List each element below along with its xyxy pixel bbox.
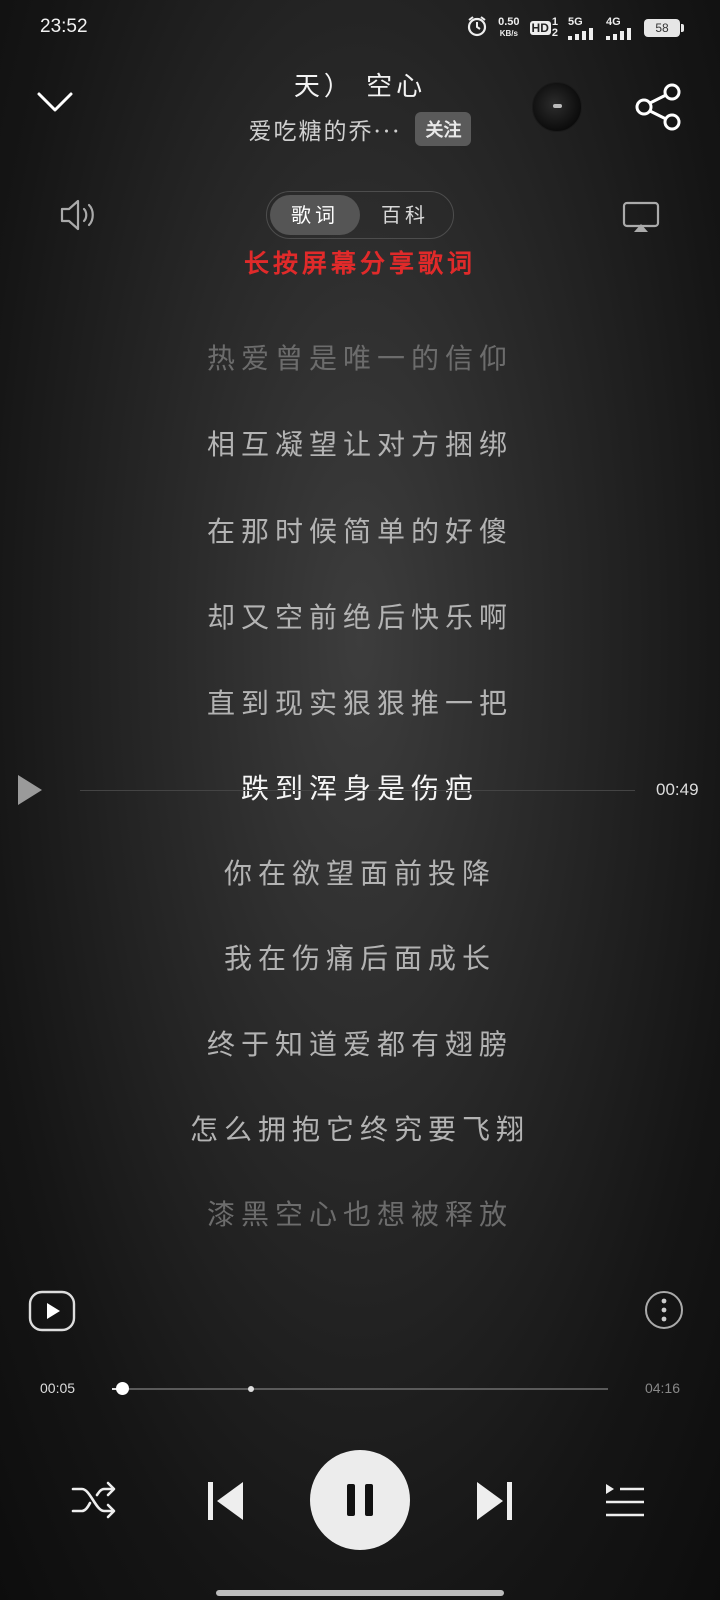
seek-guide-line [80,790,635,791]
lyric-line[interactable]: 终于知道爱都有翅膀 [0,1023,720,1063]
buffer-marker [247,1386,254,1392]
artist-row: 爱吃糖的乔··· 关注 [0,112,720,146]
playlist-icon [606,1484,644,1517]
lyric-line[interactable]: 热爱曾是唯一的信仰 [0,337,720,377]
next-button[interactable] [474,1480,514,1526]
hd-label: HD [529,21,551,35]
lyric-line-current[interactable]: 跌到浑身是伤疤 [0,767,720,807]
network2-label: 4G [606,15,621,28]
play-icon [18,775,42,805]
share-lyrics-hint: 长按屏幕分享歌词 [243,249,476,278]
share-icon [635,83,681,131]
pause-button[interactable] [310,1450,410,1550]
lyric-line[interactable]: 怎么拥抱它终究要飞翔 [0,1108,720,1148]
network1-label: 5G [568,15,583,28]
seek-time: 00:49 [656,780,699,799]
more-button[interactable] [644,1290,684,1334]
battery-icon: 58 [644,19,684,37]
video-play-icon [28,1290,76,1332]
lyric-line[interactable]: 你在欲望面前投降 [0,852,720,892]
current-time: 00:05 [40,1380,76,1396]
follow-button[interactable]: 关注 [415,112,472,146]
lyric-line[interactable]: 我在伤痛后面成长 [0,937,720,977]
status-icons: 0.50 KB/s HD 1 2 5G 4G 58 [466,14,684,42]
cast-icon [622,201,660,232]
volume-icon [60,199,94,231]
lyric-line[interactable]: 却又空前绝后快乐啊 [0,596,720,636]
net-speed-value: 0.50 [498,16,520,28]
status-time: 23:52 [40,16,88,37]
sim2-label: 2 [551,27,558,39]
previous-button[interactable] [206,1480,246,1526]
home-indicator[interactable] [216,1590,504,1596]
shuffle-button[interactable] [70,1480,118,1524]
play-from-line-button[interactable] [14,772,44,812]
tab-lyrics[interactable]: 歌词 [270,195,360,235]
signal-5g: 5G [568,15,596,40]
signal-bars-icon [568,27,593,40]
artist-name[interactable]: 爱吃糖的乔··· [249,112,402,146]
progress-track[interactable] [112,1388,608,1390]
pause-icon [347,1484,373,1516]
lyric-line[interactable]: 相互凝望让对方捆绑 [0,423,720,463]
alarm-icon [466,15,488,41]
song-title: 天） 空心 [293,72,427,102]
volume-button[interactable] [58,196,98,238]
lyric-line[interactable]: 在那时候简单的好傻 [0,510,720,550]
tab-wiki[interactable]: 百科 [360,195,450,235]
more-vertical-icon [645,1291,683,1329]
playlist-button[interactable] [604,1482,646,1524]
hd-indicator: HD 1 2 [529,17,558,39]
cast-button[interactable] [622,200,662,238]
signal-4g: 4G [606,15,634,40]
album-thumbnail[interactable] [532,82,582,132]
signal-bars-icon [606,27,631,40]
lyrics-tabs: 歌词 百科 [266,191,454,239]
progress-knob[interactable] [115,1382,129,1395]
shuffle-icon [71,1481,116,1519]
total-time: 04:16 [644,1380,680,1396]
lyric-line[interactable]: 直到现实狠狠推一把 [0,682,720,722]
share-button[interactable] [634,82,684,136]
net-speed-unit: KB/s [499,29,518,38]
video-button[interactable] [28,1290,76,1336]
net-speed: 0.50 KB/s [498,17,519,39]
lyric-line[interactable]: 漆黑空心也想被释放 [0,1193,720,1233]
skip-previous-icon [208,1482,243,1520]
skip-next-icon [477,1482,512,1520]
